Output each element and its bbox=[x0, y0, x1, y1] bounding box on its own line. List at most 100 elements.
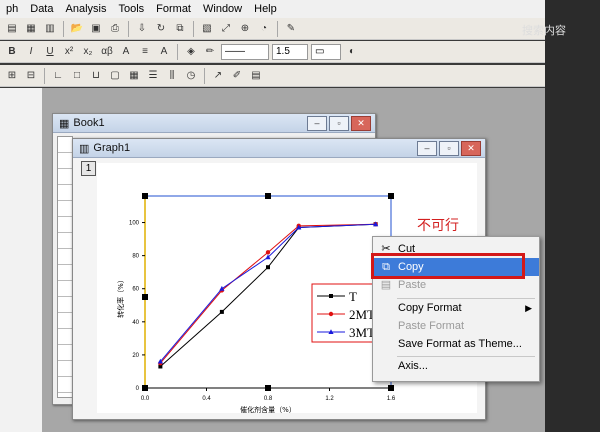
book-icon: ▦ bbox=[59, 117, 70, 130]
close-icon[interactable]: ✕ bbox=[351, 116, 371, 131]
save-icon[interactable]: ▣ bbox=[88, 21, 104, 37]
subscript-icon[interactable]: x₂ bbox=[80, 44, 96, 60]
y-tick-label: 80 bbox=[132, 254, 139, 260]
menu-save-format-theme-label: Save Format as Theme... bbox=[398, 338, 522, 350]
y-tick-label: 60 bbox=[132, 287, 139, 293]
project-explorer[interactable] bbox=[0, 88, 43, 432]
minimize-icon[interactable]: – bbox=[307, 116, 327, 131]
line-color-icon[interactable]: ✏ bbox=[202, 44, 218, 60]
data-point bbox=[219, 309, 224, 314]
color-icon[interactable]: ◐ bbox=[344, 44, 360, 60]
toolbar-separator bbox=[277, 20, 278, 37]
desktop-background bbox=[545, 0, 600, 432]
menu-item-window[interactable]: Window bbox=[197, 3, 248, 15]
add-layer-icon[interactable]: ▧ bbox=[199, 21, 215, 37]
open-icon[interactable]: 📂 bbox=[69, 21, 85, 37]
zoom-icon[interactable]: ⊕ bbox=[237, 21, 253, 37]
line-width-select[interactable]: 1.5 bbox=[272, 43, 308, 60]
toolbar-separator bbox=[128, 20, 129, 37]
y-tick-label: 20 bbox=[132, 353, 139, 359]
axis-icon[interactable]: ⊔ bbox=[88, 68, 104, 84]
rescale-icon[interactable]: ⤢ bbox=[218, 21, 234, 37]
menu-item-format[interactable]: Format bbox=[150, 3, 197, 15]
x-tick-label: 1.6 bbox=[387, 396, 396, 402]
menu-bar: ph Data Analysis Tools Format Window Hel… bbox=[0, 0, 545, 19]
menu-item-data[interactable]: Data bbox=[24, 3, 59, 15]
fill-color-icon[interactable]: ◈ bbox=[183, 44, 199, 60]
toolbar-separator bbox=[177, 43, 178, 60]
line-style-select[interactable]: —— bbox=[221, 43, 269, 60]
x-tick-label: 0.4 bbox=[202, 396, 211, 402]
increase-font-icon[interactable]: A bbox=[118, 44, 134, 60]
columns-icon[interactable]: ⫼ bbox=[164, 68, 180, 84]
menu-item-graph[interactable]: ph bbox=[0, 3, 24, 15]
superscript-icon[interactable]: x² bbox=[61, 44, 77, 60]
new-graph-icon[interactable]: ▥ bbox=[42, 21, 58, 37]
box-icon[interactable]: ▢ bbox=[107, 68, 123, 84]
annotation-text: 不可行 bbox=[417, 218, 459, 234]
grid-icon[interactable]: ⊞ bbox=[4, 68, 20, 84]
x-tick-label: 0.0 bbox=[141, 396, 150, 402]
align-icon[interactable]: ≡ bbox=[137, 44, 153, 60]
worksheet-row-headers bbox=[57, 136, 73, 398]
brush-icon[interactable]: ✐ bbox=[229, 68, 245, 84]
legend-label: T bbox=[349, 289, 357, 304]
new-project-icon[interactable]: ▤ bbox=[4, 21, 20, 37]
font-color-icon[interactable]: A bbox=[156, 44, 172, 60]
format-toolbar: B I U x² x₂ αβ A ≡ A ◈ ✏ —— 1.5 ▭ ◐ bbox=[0, 41, 545, 63]
layer-indicator[interactable]: 1 bbox=[81, 161, 96, 176]
frame-icon[interactable]: □ bbox=[69, 68, 85, 84]
arrow-tool-icon[interactable]: ↗ bbox=[210, 68, 226, 84]
underline-icon[interactable]: U bbox=[42, 44, 58, 60]
search-hint: 搜索内容 bbox=[522, 25, 566, 37]
selection-handle bbox=[142, 193, 148, 199]
selection-handle bbox=[142, 294, 148, 300]
print-icon[interactable]: ⎙ bbox=[107, 21, 123, 37]
menu-axis-label: Axis... bbox=[398, 360, 428, 372]
new-worksheet-icon[interactable]: ▦ bbox=[23, 21, 39, 37]
code-builder-icon[interactable]: ✎ bbox=[283, 21, 299, 37]
legend-marker bbox=[329, 294, 333, 298]
y-tick-label: 100 bbox=[129, 221, 140, 227]
graph-window-buttons: – ▫ ✕ bbox=[417, 141, 481, 156]
menu-paste-format[interactable]: Paste Format bbox=[373, 317, 539, 335]
menu-axis[interactable]: Axis... bbox=[373, 357, 539, 375]
submenu-arrow-icon: ▶ bbox=[525, 303, 532, 313]
x-tick-label: 1.2 bbox=[325, 396, 334, 402]
menu-paste-format-label: Paste Format bbox=[398, 320, 465, 332]
close-icon[interactable]: ✕ bbox=[461, 141, 481, 156]
refresh-icon[interactable]: ↻ bbox=[153, 21, 169, 37]
book-title: Book1 bbox=[73, 117, 105, 129]
duplicate-icon[interactable]: ⧉ bbox=[172, 21, 188, 37]
minimize-icon[interactable]: – bbox=[417, 141, 437, 156]
border-style-select[interactable]: ▭ bbox=[311, 43, 341, 60]
menu-paste-label: Paste bbox=[398, 279, 427, 291]
layout-icon[interactable]: ⊟ bbox=[23, 68, 39, 84]
greek-icon[interactable]: αβ bbox=[99, 44, 115, 60]
list-icon[interactable]: ☰ bbox=[145, 68, 161, 84]
menu-item-tools[interactable]: Tools bbox=[112, 3, 150, 15]
toolbar-separator bbox=[193, 20, 194, 37]
pie-icon[interactable]: ◔ bbox=[256, 21, 272, 37]
menu-copy-format[interactable]: Copy Format ▶ bbox=[373, 299, 539, 317]
x-axis-label: 催化剂含量（%） bbox=[240, 405, 296, 413]
menu-item-analysis[interactable]: Analysis bbox=[60, 3, 113, 15]
graph-title: Graph1 bbox=[93, 142, 131, 154]
restore-icon[interactable]: ▫ bbox=[439, 141, 459, 156]
restore-icon[interactable]: ▫ bbox=[329, 116, 349, 131]
menu-save-format-theme[interactable]: Save Format as Theme... bbox=[373, 335, 539, 353]
italic-icon[interactable]: I bbox=[23, 44, 39, 60]
x-tick-label: 0.8 bbox=[264, 396, 273, 402]
axis-left-icon[interactable]: ∟ bbox=[50, 68, 66, 84]
book-window-buttons: – ▫ ✕ bbox=[307, 116, 371, 131]
clock-icon[interactable]: ◷ bbox=[183, 68, 199, 84]
highlight-box bbox=[371, 253, 525, 279]
table-icon[interactable]: ▦ bbox=[126, 68, 142, 84]
menu-item-help[interactable]: Help bbox=[248, 3, 283, 15]
paste-icon: ▤ bbox=[380, 279, 392, 291]
layer-tool-icon[interactable]: ▤ bbox=[248, 68, 264, 84]
y-tick-label: 40 bbox=[132, 320, 139, 326]
toolbar-separator bbox=[204, 67, 205, 84]
bold-icon[interactable]: B bbox=[4, 44, 20, 60]
import-icon[interactable]: ⇩ bbox=[134, 21, 150, 37]
